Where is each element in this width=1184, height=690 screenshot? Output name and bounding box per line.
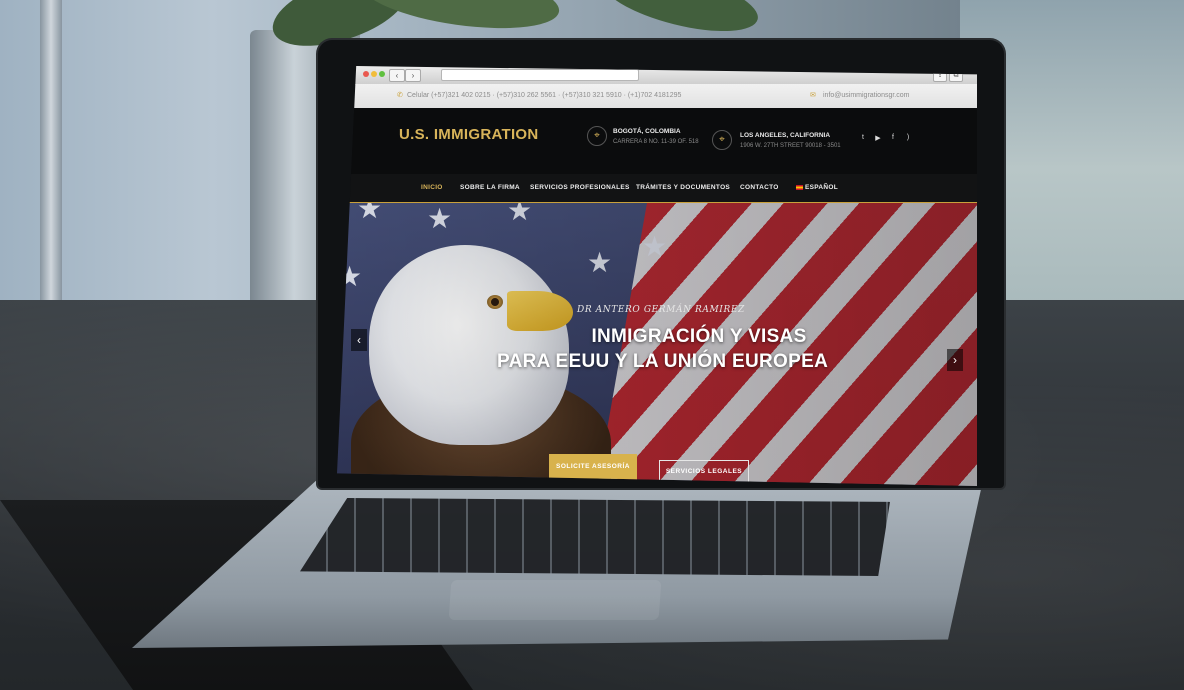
forward-button[interactable]: › [405, 69, 421, 82]
phone-icon: ✆ [397, 92, 403, 99]
mail-icon: ✉ [810, 92, 816, 99]
facebook-icon[interactable]: f [887, 134, 899, 141]
close-window-icon[interactable] [363, 71, 369, 77]
nav-item-contacto[interactable]: CONTACTO [740, 184, 779, 191]
site-logo[interactable]: U.S. IMMIGRATION [399, 126, 539, 143]
site-header: U.S. IMMIGRATION ⌖ BOGOTÁ, COLOMBIA CARR… [337, 108, 977, 174]
location-address: 1906 W. 27TH STREET 90018 - 3501 [740, 143, 841, 149]
minimize-window-icon[interactable] [371, 71, 377, 77]
laptop-keyboard [300, 498, 890, 576]
location-city: BOGOTÁ, COLOMBIA [613, 128, 681, 135]
nav-item-servicios-profesionales[interactable]: SERVICIOS PROFESIONALES [530, 184, 630, 191]
map-pin-icon: ⌖ [587, 126, 607, 146]
spain-flag-icon [796, 184, 803, 190]
hero-subtitle: DR ANTERO GERMÁN RAMIREZ [577, 305, 745, 315]
phone-numbers: Celular (+57)321 402 0215 · (+57)310 262… [407, 92, 682, 99]
rss-icon[interactable]: ) [902, 134, 914, 141]
back-button[interactable]: ‹ [389, 69, 405, 82]
twitter-icon[interactable]: t [857, 134, 869, 141]
main-navigation: INICIO SOBRE LA FIRMA SERVICIOS PROFESIO… [337, 174, 977, 203]
slider-next-icon[interactable]: › [947, 349, 963, 371]
map-pin-icon: ⌖ [712, 130, 732, 150]
slider-prev-icon[interactable]: ‹ [351, 329, 367, 351]
hero-title-line2: PARA EEUU Y LA UNIÓN EUROPEA [497, 351, 829, 372]
request-consultation-button[interactable]: SOLICITE ASESORÍA [549, 454, 637, 480]
nav-item-tramites-y-documentos[interactable]: TRÁMITES Y DOCUMENTOS [636, 184, 730, 191]
maximize-window-icon[interactable] [379, 71, 385, 77]
email-link[interactable]: info@usimmigrationsgr.com [823, 92, 909, 99]
nav-item-sobre-la-firma[interactable]: SOBRE LA FIRMA [460, 184, 520, 191]
address-bar[interactable] [441, 69, 639, 81]
youtube-icon[interactable]: ▶ [872, 134, 884, 142]
hero-title: INMIGRACIÓN Y VISAS [591, 326, 807, 347]
contact-topbar: ✆ Celular (+57)321 402 0215 · (+57)310 2… [337, 84, 977, 108]
location-address: CARRERA 8 NO. 11-39 OF. 518 [613, 139, 699, 145]
location-city: LOS ANGELES, CALIFORNIA [740, 132, 831, 139]
laptop-screen: ‹ › ⇪ ⧉ ✆ Celular (+57)321 402 0215 · (+… [337, 66, 977, 486]
language-label: ESPAÑOL [805, 184, 839, 191]
laptop-trackpad [448, 580, 662, 620]
hero-slider: ★ ★ ★ ★ ★ ★ DR ANTERO GERMÁN RAMIREZ INM… [337, 203, 977, 486]
nav-item-inicio[interactable]: INICIO [421, 184, 443, 191]
language-selector[interactable]: ESPAÑOL [796, 184, 838, 191]
